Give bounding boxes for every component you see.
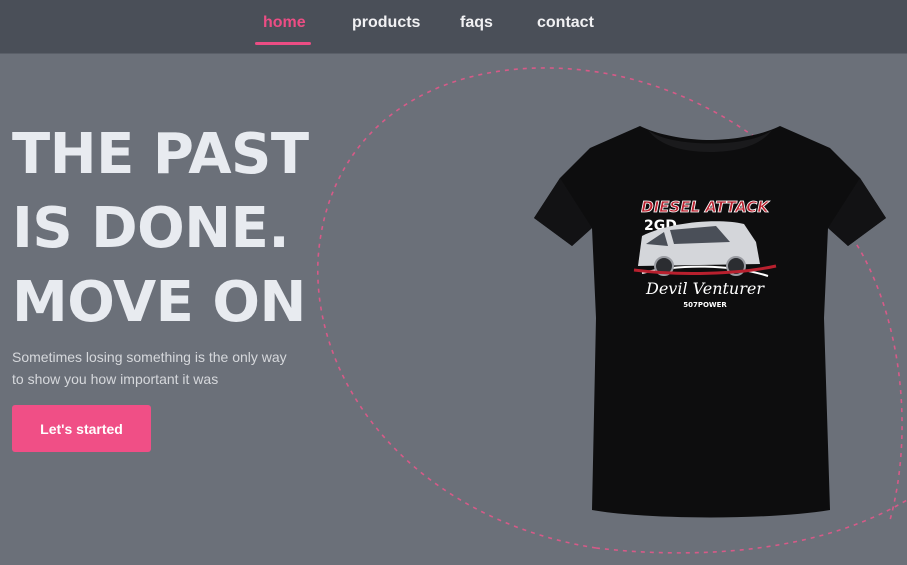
hero-subtitle: Sometimes losing something is the only w…: [12, 346, 312, 390]
tshirt-product-image[interactable]: DIESEL ATTACK 2GD Devil Venturer 507POWE…: [530, 118, 890, 528]
hero-headline: THE PAST IS DONE. MOVE ON: [12, 118, 332, 340]
top-navbar: home products faqs contact: [0, 0, 907, 54]
hero-headline-line-2: IS DONE.: [12, 196, 290, 261]
hero-subtitle-line-2: to show you how important it was: [12, 371, 219, 387]
hero-headline-line-3: MOVE ON: [12, 270, 306, 335]
print-tag-text: 507POWER: [683, 301, 727, 309]
nav-item-contact[interactable]: contact: [537, 14, 594, 32]
nav-item-home[interactable]: home: [263, 14, 306, 32]
nav-item-products[interactable]: products: [352, 14, 420, 32]
print-brand-text: Devil Venturer: [645, 279, 765, 298]
hero-subtitle-line-1: Sometimes losing something is the only w…: [12, 349, 287, 365]
active-nav-underline: [255, 42, 311, 45]
tshirt-body: [534, 126, 886, 518]
lets-started-button[interactable]: Let's started: [12, 405, 151, 452]
nav-item-faqs[interactable]: faqs: [460, 14, 493, 32]
tshirt-print-graphic: DIESEL ATTACK 2GD Devil Venturer 507POWE…: [633, 198, 777, 309]
print-title-text: DIESEL ATTACK: [641, 198, 770, 216]
hero-headline-line-1: THE PAST: [12, 122, 309, 187]
